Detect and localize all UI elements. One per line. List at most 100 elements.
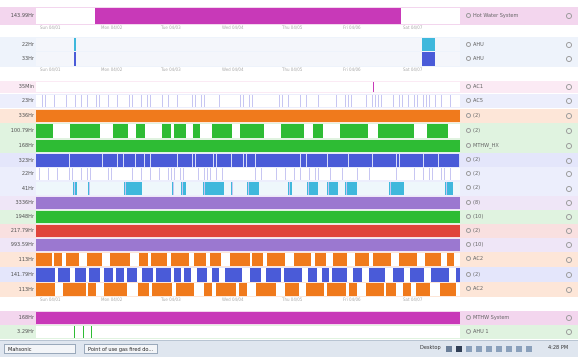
timeline-segment: [129, 95, 130, 107]
timeline-segment: [373, 82, 374, 92]
row-system-name[interactable]: MTHW System: [466, 315, 509, 321]
timeline-bar[interactable]: [36, 225, 460, 237]
row-settings-icon[interactable]: [566, 13, 572, 19]
row-settings-icon[interactable]: [566, 228, 572, 234]
timeline-bar[interactable]: [36, 154, 460, 167]
row-system-name[interactable]: AC5: [466, 98, 483, 104]
row-system-name[interactable]: (2): [466, 171, 480, 177]
link-icon: [466, 214, 471, 219]
timeline-segment: [231, 154, 232, 167]
timeline-segment: [81, 95, 82, 107]
timeline-segment: [446, 182, 447, 195]
row-settings-icon[interactable]: [566, 171, 572, 177]
timeline-bar[interactable]: [36, 8, 460, 24]
timeline-segment: [74, 182, 75, 195]
row-system-name[interactable]: MTHW_HX: [466, 143, 499, 149]
timeline-bar[interactable]: [36, 95, 460, 107]
timeline-segment: [195, 154, 196, 167]
row-settings-icon[interactable]: [566, 242, 572, 248]
tray-icon[interactable]: [486, 346, 492, 352]
row-system-name[interactable]: Hot Water System: [466, 13, 518, 19]
row-settings-icon[interactable]: [566, 98, 572, 104]
timeline-segment: [338, 182, 345, 195]
row-settings-icon[interactable]: [566, 143, 572, 149]
row-duration-label: 141.79Hr: [10, 272, 34, 278]
windows-taskbar: Mahsonic Point of use gas fired do... De…: [0, 340, 578, 357]
timeline-bar[interactable]: [36, 168, 460, 180]
row-system-name[interactable]: AHU: [466, 42, 484, 48]
row-settings-icon[interactable]: [566, 287, 572, 293]
timeline-segment: [351, 95, 352, 107]
row-system-name[interactable]: (2): [466, 113, 480, 119]
row-system-name[interactable]: (2): [466, 272, 480, 278]
row-settings-icon[interactable]: [566, 272, 572, 278]
timeline-bar[interactable]: [36, 140, 460, 152]
row-system-name[interactable]: (2): [466, 228, 480, 234]
row-settings-icon[interactable]: [566, 214, 572, 220]
tray-icon[interactable]: [466, 346, 472, 352]
row-system-name[interactable]: AHU: [466, 56, 484, 62]
timeline-bar[interactable]: [36, 283, 460, 296]
row-settings-icon[interactable]: [566, 329, 572, 335]
timeline-segment: [69, 154, 70, 167]
link-icon: [466, 56, 471, 61]
timeline-bar[interactable]: [36, 124, 460, 138]
row-duration-label: 1948Hr: [15, 214, 34, 220]
row-settings-icon[interactable]: [566, 315, 572, 321]
tray-icon[interactable]: [516, 346, 522, 352]
timeline-segment: [456, 268, 460, 282]
row-system-name[interactable]: (2): [466, 128, 480, 134]
tray-icon[interactable]: [506, 346, 512, 352]
row-system-name[interactable]: (2): [466, 157, 480, 163]
row-settings-icon[interactable]: [566, 257, 572, 263]
timeline-segment: [74, 326, 75, 338]
timeline-bar[interactable]: [36, 312, 460, 324]
timeline-segment: [375, 95, 376, 107]
timeline-segment: [410, 268, 424, 282]
timeline-bar[interactable]: [36, 326, 460, 338]
timeline-bar[interactable]: [36, 253, 460, 266]
row-system-name[interactable]: AC1: [466, 84, 483, 90]
taskbar-window-button[interactable]: Point of use gas fired do...: [84, 344, 158, 354]
tray-icon[interactable]: [476, 346, 482, 352]
tray-icon[interactable]: [456, 346, 462, 352]
row-duration-label: 33Hr: [21, 56, 34, 62]
row-duration-label: 35Min: [18, 84, 34, 90]
row-system-name[interactable]: AC2: [466, 286, 483, 292]
row-duration-label: 323Hr: [18, 158, 34, 164]
timeline-bar[interactable]: [36, 38, 460, 52]
row-settings-icon[interactable]: [566, 158, 572, 164]
row-settings-icon[interactable]: [566, 84, 572, 90]
row-system-name[interactable]: (10): [466, 214, 483, 220]
timeline-segment: [300, 95, 301, 107]
row-system-name[interactable]: (8): [466, 200, 480, 206]
timeline-bar[interactable]: [36, 211, 460, 223]
row-settings-icon[interactable]: [566, 42, 572, 48]
tray-icon[interactable]: [446, 346, 452, 352]
row-settings-icon[interactable]: [566, 113, 572, 119]
axis-tick-label: Thu 04/05: [282, 297, 303, 302]
timeline-bar[interactable]: [36, 197, 460, 209]
timeline-bar[interactable]: [36, 52, 460, 66]
tray-icon[interactable]: [526, 346, 532, 352]
timeline-bar[interactable]: [36, 268, 460, 282]
row-system-name[interactable]: (10): [466, 242, 483, 248]
timeline-bar[interactable]: [36, 182, 460, 195]
timeline-segment: [403, 283, 411, 296]
row-settings-icon[interactable]: [566, 128, 572, 134]
row-settings-icon[interactable]: [566, 186, 572, 192]
timeline-segment: [36, 268, 55, 282]
timeline-bar[interactable]: [36, 82, 460, 92]
tray-desktop-label[interactable]: Desktop: [420, 345, 441, 351]
tray-icon[interactable]: [496, 346, 502, 352]
row-settings-icon[interactable]: [566, 56, 572, 62]
timeline-bar[interactable]: [36, 239, 460, 251]
row-system-name[interactable]: AC2: [466, 256, 483, 262]
timeline-segment: [266, 268, 281, 282]
row-settings-icon[interactable]: [566, 200, 572, 206]
row-system-name[interactable]: AHU 1: [466, 329, 489, 335]
taskbar-app-button[interactable]: Mahsonic: [4, 344, 76, 354]
timeline-bar[interactable]: [36, 110, 460, 122]
timeline-segment: [447, 253, 454, 266]
row-system-name[interactable]: (2): [466, 185, 480, 191]
